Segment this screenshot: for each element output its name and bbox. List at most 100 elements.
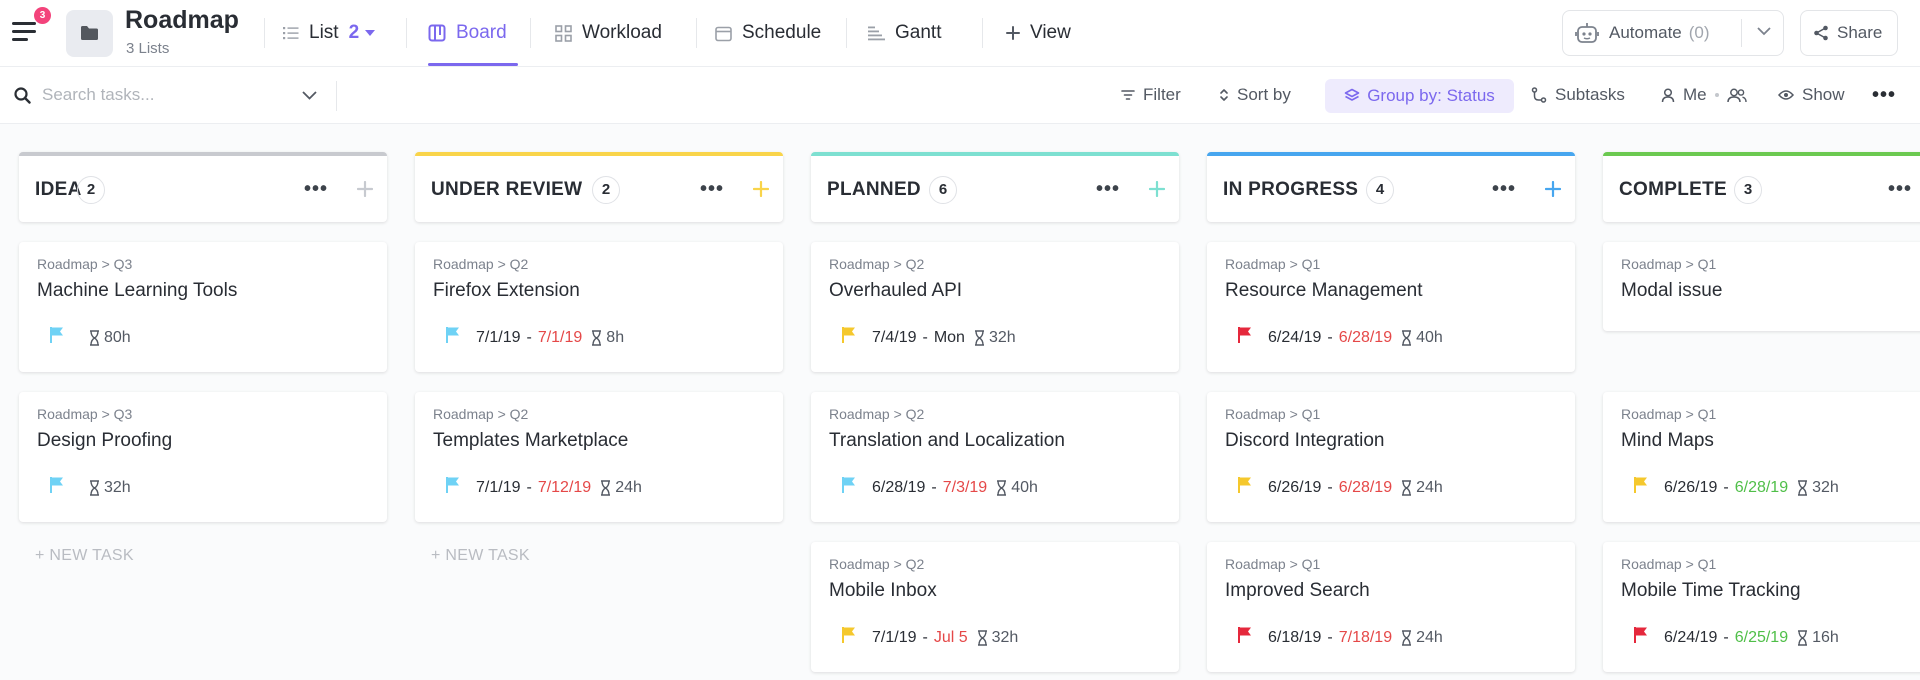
more-options-icon[interactable]: ••• <box>1872 67 1896 123</box>
task-card[interactable]: Roadmap > Q1 Discord Integration 6/26/19-6… <box>1207 392 1575 522</box>
time-estimate[interactable]: 40h <box>1011 479 1038 497</box>
new-task-button[interactable]: + NEW TASK <box>431 547 530 565</box>
tab-workload[interactable]: Workload <box>555 0 662 66</box>
tab-schedule[interactable]: Schedule <box>715 0 821 66</box>
priority-flag[interactable] <box>49 326 64 349</box>
task-card[interactable]: Roadmap > Q1 Improved Search 6/18/19-7/18/… <box>1207 542 1575 672</box>
task-due-date[interactable]: 7/1/19 <box>538 329 582 347</box>
priority-flag[interactable] <box>841 476 856 499</box>
more-options-icon[interactable]: ••• <box>1888 178 1912 201</box>
priority-flag[interactable] <box>445 476 460 499</box>
time-estimate[interactable]: 24h <box>1416 479 1443 497</box>
folder-icon[interactable] <box>66 10 113 57</box>
priority-flag-icon[interactable] <box>1633 476 1648 494</box>
task-due-date[interactable]: 7/12/19 <box>538 479 591 497</box>
time-estimate[interactable]: 8h <box>606 329 624 347</box>
chevron-down-icon[interactable] <box>1757 27 1771 36</box>
time-estimate[interactable]: 24h <box>1416 629 1443 647</box>
menu-icon[interactable] <box>12 20 38 42</box>
assignee-me-button[interactable]: Me <box>1661 67 1747 123</box>
priority-flag[interactable] <box>1237 326 1252 349</box>
automate-button[interactable]: Automate (0) <box>1562 10 1784 56</box>
add-task-button[interactable] <box>1148 175 1166 201</box>
tab-board[interactable]: Board <box>428 0 507 66</box>
search-input[interactable] <box>42 79 302 111</box>
priority-flag-icon[interactable] <box>49 476 64 494</box>
add-task-button[interactable] <box>1544 175 1562 201</box>
priority-flag-icon[interactable] <box>841 476 856 494</box>
task-start-date[interactable]: 6/28/19 <box>872 479 925 497</box>
priority-flag[interactable] <box>1237 476 1252 499</box>
priority-flag[interactable] <box>841 326 856 349</box>
priority-flag-icon[interactable] <box>445 326 460 344</box>
more-options-icon[interactable]: ••• <box>700 178 724 201</box>
tab-list[interactable]: List 2 <box>283 0 376 66</box>
priority-flag-icon[interactable] <box>445 476 460 494</box>
time-estimate[interactable]: 32h <box>1812 479 1839 497</box>
task-card[interactable]: Roadmap > Q1 Mobile Time Tracking 6/24/19-… <box>1603 542 1920 672</box>
task-card[interactable]: Roadmap > Q2 Overhauled API 7/4/19- Mon 32h <box>811 242 1179 372</box>
task-card[interactable]: Roadmap > Q2 Mobile Inbox 7/1/19- Jul 5 32h <box>811 542 1179 672</box>
priority-flag-icon[interactable] <box>841 626 856 644</box>
add-task-button[interactable] <box>356 175 374 201</box>
priority-flag-icon[interactable] <box>1633 626 1648 644</box>
task-start-date[interactable]: 7/1/19 <box>872 629 916 647</box>
time-estimate[interactable]: 40h <box>1416 329 1443 347</box>
more-options-icon[interactable]: ••• <box>304 178 328 201</box>
task-start-date[interactable]: 7/1/19 <box>476 329 520 347</box>
task-card[interactable]: Roadmap > Q2 Templates Marketplace 7/1/19-… <box>415 392 783 522</box>
time-estimate[interactable]: 24h <box>615 479 642 497</box>
task-start-date[interactable]: 6/24/19 <box>1268 329 1321 347</box>
task-due-date[interactable]: 6/28/19 <box>1339 329 1392 347</box>
task-start-date[interactable]: 7/1/19 <box>476 479 520 497</box>
task-due-date[interactable]: 6/28/19 <box>1339 479 1392 497</box>
priority-flag[interactable] <box>49 476 64 499</box>
task-start-date[interactable]: 6/18/19 <box>1268 629 1321 647</box>
sort-button[interactable]: Sort by <box>1219 67 1291 123</box>
priority-flag-icon[interactable] <box>1237 326 1252 344</box>
priority-flag[interactable] <box>841 626 856 649</box>
task-due-date[interactable]: Mon <box>934 329 965 347</box>
time-estimate[interactable]: 32h <box>104 479 131 497</box>
task-due-date[interactable]: 6/28/19 <box>1735 479 1788 497</box>
priority-flag-icon[interactable] <box>841 326 856 344</box>
group-by-button[interactable]: Group by: Status <box>1325 79 1514 113</box>
more-options-icon[interactable]: ••• <box>1492 178 1516 201</box>
task-card[interactable]: Roadmap > Q2 Translation and Localization… <box>811 392 1179 522</box>
task-card[interactable]: Roadmap > Q3 Design Proofing 32h <box>19 392 387 522</box>
priority-flag[interactable] <box>1633 476 1648 499</box>
task-due-date[interactable]: 7/18/19 <box>1339 629 1392 647</box>
task-due-date[interactable]: Jul 5 <box>934 629 968 647</box>
task-start-date[interactable]: 7/4/19 <box>872 329 916 347</box>
task-card[interactable]: Roadmap > Q1 Mind Maps 6/26/19-6/28/19 32h <box>1603 392 1920 522</box>
time-estimate[interactable]: 32h <box>989 329 1016 347</box>
task-card[interactable]: Roadmap > Q2 Firefox Extension 7/1/19-7/1/… <box>415 242 783 372</box>
show-button[interactable]: Show <box>1778 67 1845 123</box>
time-estimate[interactable]: 16h <box>1812 629 1839 647</box>
chevron-down-icon[interactable] <box>302 91 317 100</box>
share-button[interactable]: Share <box>1800 10 1898 56</box>
task-due-date[interactable]: 7/3/19 <box>943 479 987 497</box>
priority-flag-icon[interactable] <box>49 326 64 344</box>
add-task-button[interactable] <box>752 175 770 201</box>
new-task-button[interactable]: + NEW TASK <box>35 547 134 565</box>
priority-flag[interactable] <box>445 326 460 349</box>
more-options-icon[interactable]: ••• <box>1096 178 1120 201</box>
task-card[interactable]: Roadmap > Q3 Machine Learning Tools 80h <box>19 242 387 372</box>
task-start-date[interactable]: 6/26/19 <box>1268 479 1321 497</box>
priority-flag-icon[interactable] <box>1237 626 1252 644</box>
task-card[interactable]: Roadmap > Q1 Resource Management 6/24/19-6… <box>1207 242 1575 372</box>
time-estimate[interactable]: 80h <box>104 329 131 347</box>
subtasks-button[interactable]: Subtasks <box>1531 67 1625 123</box>
priority-flag[interactable] <box>1237 626 1252 649</box>
priority-flag[interactable] <box>1633 626 1648 649</box>
add-view-button[interactable]: View <box>1006 0 1071 66</box>
tab-gantt[interactable]: Gantt <box>868 0 941 66</box>
task-card[interactable]: Roadmap > Q1 Modal issue <box>1603 242 1920 331</box>
priority-flag-icon[interactable] <box>1237 476 1252 494</box>
users-icon[interactable] <box>1726 88 1747 103</box>
filter-button[interactable]: Filter <box>1121 67 1181 123</box>
time-estimate[interactable]: 32h <box>992 629 1019 647</box>
task-due-date[interactable]: 6/25/19 <box>1735 629 1788 647</box>
task-start-date[interactable]: 6/26/19 <box>1664 479 1717 497</box>
